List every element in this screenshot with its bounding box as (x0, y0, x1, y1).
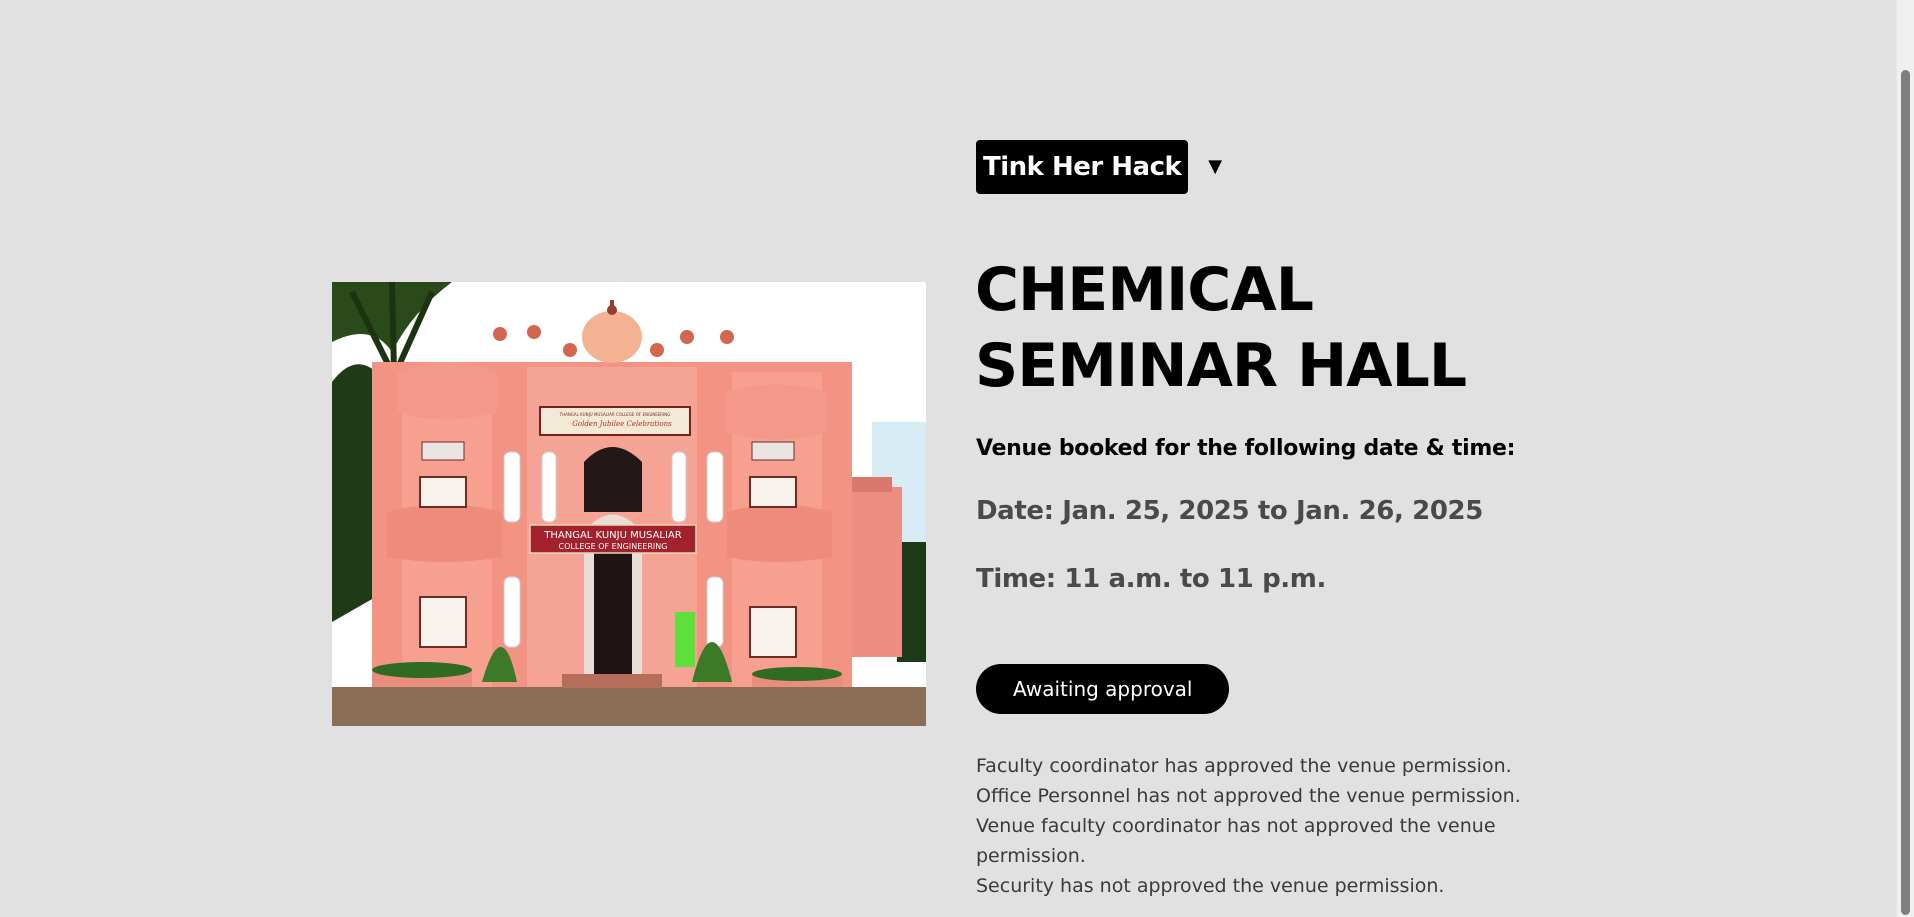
photo-banner-main-line1: THANGAL KUNJU MUSALIAR (543, 530, 682, 541)
approval-security: Security has not approved the venue perm… (976, 875, 1445, 897)
status-button[interactable]: Awaiting approval (976, 664, 1230, 714)
booking-time: Time: 11 a.m. to 11 p.m. (976, 564, 1326, 594)
venue-booking-page: THANGAL KUNJU MUSALIAR COLLEGE OF ENGINE… (0, 0, 1896, 917)
approval-faculty-coordinator: Faculty coordinator has approved the ven… (976, 755, 1512, 777)
photo-banner-celebration-text: Golden Jubilee Celebrations (572, 420, 672, 428)
vertical-scrollbar[interactable] (1896, 0, 1914, 917)
booking-intro: Venue booked for the following date & ti… (976, 436, 1516, 461)
photo-banner-top-text: THANGAL KUNJU MUSALIAR COLLEGE OF ENGINE… (559, 412, 671, 417)
event-name-chip[interactable]: Tink Her Hack (976, 140, 1189, 194)
venue-title: CHEMICAL SEMINAR HALL (975, 255, 1467, 401)
photo-banner-main-line2: COLLEGE OF ENGINEERING (559, 542, 668, 551)
venue-photo: THANGAL KUNJU MUSALIAR COLLEGE OF ENGINE… (332, 282, 926, 726)
chevron-down-icon[interactable]: ▼ (1208, 140, 1222, 194)
event-selector[interactable]: Tink Her Hack ▼ (976, 140, 1222, 194)
approval-status-list: Faculty coordinator has approved the ven… (976, 751, 1566, 901)
scrollbar-thumb[interactable] (1901, 70, 1910, 915)
approval-venue-faculty-coordinator: Venue faculty coordinator has not approv… (976, 815, 1496, 867)
approval-office-personnel: Office Personnel has not approved the ve… (976, 785, 1521, 807)
booking-date: Date: Jan. 25, 2025 to Jan. 26, 2025 (976, 496, 1483, 526)
